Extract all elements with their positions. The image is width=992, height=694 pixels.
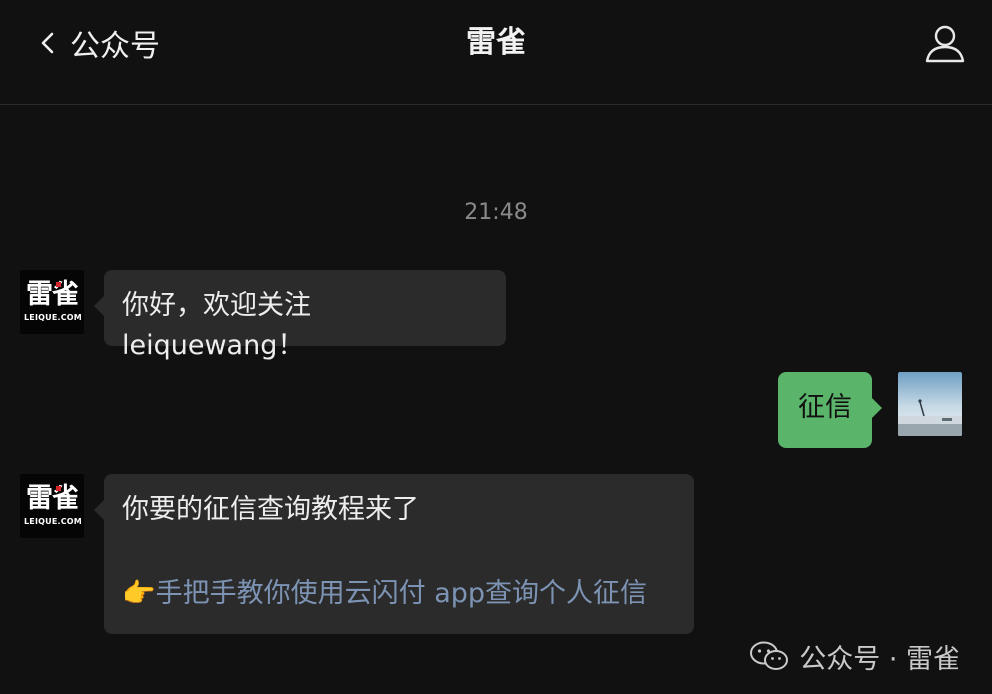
message-text: 你好，欢迎关注 leiquewang！	[122, 290, 311, 361]
profile-icon[interactable]	[924, 22, 966, 64]
article-link[interactable]: 👉手把手教你使用云闪付 app查询个人征信	[122, 574, 676, 614]
watermark: 公众号 · 雷雀	[749, 636, 960, 676]
user-avatar[interactable]	[898, 372, 962, 436]
wechat-icon	[750, 641, 789, 670]
avatar-logo-mark	[56, 486, 61, 491]
top-bar: 公众号 雷雀	[0, 0, 992, 105]
watermark-text: 公众号 · 雷雀	[799, 643, 960, 675]
avatar-logo-domain: LEIQUE.COM	[24, 517, 82, 526]
incoming-message-bubble: 你要的征信查询教程来了 👉手把手教你使用云闪付 app查询个人征信	[94, 474, 694, 634]
avatar-logo-text: 雷雀	[26, 279, 79, 310]
account-avatar[interactable]: 雷雀 LEIQUE.COM	[20, 474, 84, 538]
avatar-logo-mark	[56, 282, 61, 287]
article-link-text: 手把手教你使用云闪付 app查询个人征信	[155, 578, 648, 609]
message-timestamp: 21:48	[464, 200, 528, 225]
avatar-logo-domain: LEIQUE.COM	[24, 313, 82, 322]
message-text: 征信	[798, 392, 852, 423]
outgoing-message-bubble[interactable]: 征信	[778, 372, 882, 448]
message-text: 你要的征信查询教程来了	[122, 494, 419, 525]
pointing-hand-icon: 👉	[122, 578, 156, 609]
page-title: 雷雀	[466, 25, 526, 60]
account-avatar[interactable]: 雷雀 LEIQUE.COM	[20, 270, 84, 334]
user-avatar-photo	[898, 372, 962, 436]
avatar-logo-text: 雷雀	[26, 483, 79, 514]
incoming-message-bubble[interactable]: 你好，欢迎关注 leiquewang！	[94, 270, 506, 361]
